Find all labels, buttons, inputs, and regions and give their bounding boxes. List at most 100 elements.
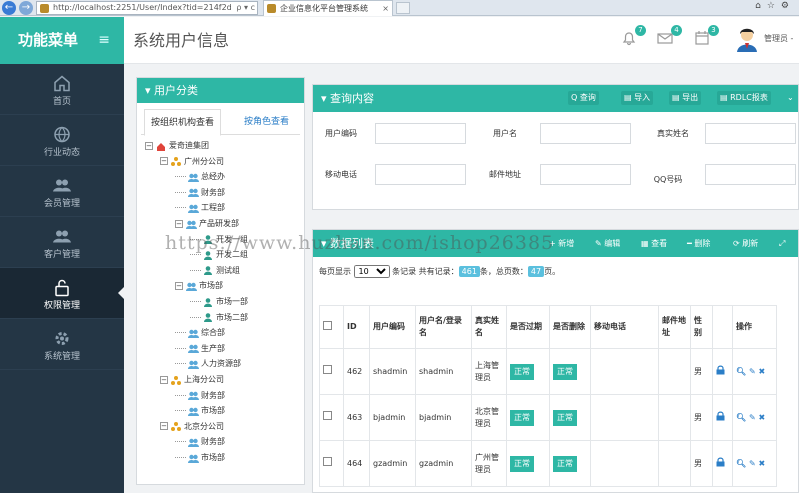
refresh-button[interactable]: ⟳ 刷新	[733, 237, 758, 251]
row-checkbox[interactable]	[323, 457, 332, 466]
select-all-checkbox[interactable]	[323, 320, 332, 330]
sidebar-item-news[interactable]: 行业动态	[0, 115, 124, 166]
user-code-input[interactable]	[375, 123, 466, 144]
pencil-icon[interactable]: ✎	[749, 367, 756, 376]
tree-node[interactable]: 综合部	[175, 326, 225, 340]
email-input[interactable]	[540, 164, 631, 185]
tree-node[interactable]: 测试组	[190, 264, 240, 278]
tree-node[interactable]: 工程部	[175, 201, 225, 215]
sidebar-item-customers[interactable]: 客户管理	[0, 217, 124, 268]
export-button[interactable]: ▤ 导出	[669, 91, 702, 105]
mobile-input[interactable]	[375, 164, 466, 185]
column-header[interactable]: 性别	[690, 305, 713, 349]
tree-node[interactable]: 生产部	[175, 342, 225, 356]
actions-cell: 🔍︎ ✎ ✖	[732, 394, 777, 441]
qq-input[interactable]	[705, 164, 796, 185]
sidebar-item-members[interactable]: 会员管理	[0, 166, 124, 217]
lock-icon[interactable]	[716, 365, 725, 375]
delete-x-icon[interactable]: ✖	[758, 367, 765, 376]
gear-icon[interactable]: ⚙	[781, 1, 795, 11]
delete-button[interactable]: ━ 删除	[687, 237, 710, 251]
tree-node[interactable]: 财务部	[175, 389, 225, 403]
menu-toggle-icon[interactable]: ≡	[98, 17, 110, 64]
pencil-icon[interactable]: ✎	[749, 413, 756, 422]
expand-icon[interactable]: ⤢	[779, 237, 785, 251]
collapse-toggle-icon[interactable]: −	[160, 157, 168, 166]
row-checkbox[interactable]	[323, 411, 332, 420]
avatar[interactable]	[735, 26, 759, 52]
messages-button[interactable]: 4	[657, 25, 682, 48]
address-bar[interactable]: http://localhost:2251/User/Index?tid=214…	[36, 1, 258, 15]
tree-node[interactable]: 财务部	[175, 435, 225, 449]
collapse-toggle-icon[interactable]: −	[160, 422, 168, 431]
collapse-chevron-icon[interactable]: ⌄	[784, 91, 797, 105]
rdlc-report-button[interactable]: ▤ RDLC报表	[717, 91, 771, 105]
real-name-input[interactable]	[705, 123, 796, 144]
table-row[interactable]: 463 bjadmin bjadmin 北京管理员 正常 正常男 🔍︎ ✎ ✖	[319, 394, 777, 441]
column-header[interactable]: 是否过期	[506, 305, 550, 349]
column-header[interactable]: ID	[343, 305, 370, 349]
url-controls[interactable]: ρ ▾ c	[236, 2, 255, 14]
tree-node[interactable]: 市场一部	[190, 295, 248, 309]
tree-node[interactable]: − 市场部	[175, 279, 223, 293]
notification-button[interactable]: 7	[621, 25, 646, 48]
lock-icon[interactable]	[716, 411, 725, 421]
tree-node[interactable]: − 产品研发部	[175, 217, 239, 231]
column-header[interactable]: 真实姓名	[471, 305, 507, 349]
star-icon[interactable]: ☆	[767, 1, 781, 11]
collapse-toggle-icon[interactable]: −	[175, 219, 183, 228]
tab-by-org[interactable]: 按组织机构查看	[144, 109, 222, 136]
column-header[interactable]: 移动电话	[590, 305, 659, 349]
pencil-icon[interactable]: ✎	[749, 459, 756, 468]
lock-cell	[712, 440, 733, 487]
collapse-toggle-icon[interactable]: −	[145, 141, 153, 150]
tree-node[interactable]: 市场部	[175, 451, 225, 465]
tab-close-icon[interactable]: ×	[382, 1, 389, 16]
row-select-cell	[319, 394, 344, 441]
sidebar-item-home[interactable]: 首页	[0, 64, 124, 115]
tree-node[interactable]: 财务部	[175, 186, 225, 200]
edit-button[interactable]: ✎ 编辑	[595, 237, 620, 251]
tree-node[interactable]: 市场二部	[190, 311, 248, 325]
tree-node[interactable]: 人力资源部	[175, 357, 241, 371]
table-row[interactable]: 462 shadmin shadmin 上海管理员 正常 正常男 🔍︎ ✎ ✖	[319, 348, 777, 395]
new-tab-button[interactable]	[396, 2, 410, 14]
user-menu-label[interactable]: 管理员 -	[764, 33, 793, 44]
tree-node[interactable]: − 爱奇迪集团	[145, 139, 209, 153]
column-header[interactable]: 用户编码	[369, 305, 416, 349]
tasks-button[interactable]: 3	[694, 25, 719, 48]
forward-arrow-icon[interactable]: →	[19, 1, 33, 15]
tree-node[interactable]: − 北京分公司	[160, 420, 224, 434]
tree-node[interactable]: − 上海分公司	[160, 373, 224, 387]
browser-tab[interactable]: 企业信息化平台管理系统 ×	[263, 0, 393, 16]
column-header[interactable]: 邮件地址	[658, 305, 691, 349]
collapse-toggle-icon[interactable]: −	[175, 281, 183, 290]
tree-node[interactable]: 市场部	[175, 404, 225, 418]
delete-x-icon[interactable]: ✖	[758, 413, 765, 422]
back-arrow-icon[interactable]: ←	[2, 1, 16, 15]
row-checkbox[interactable]	[323, 365, 332, 374]
sidebar-item-system[interactable]: 系统管理	[0, 319, 124, 370]
query-button[interactable]: Q 查询	[568, 91, 599, 105]
tab-site-icon	[267, 4, 276, 13]
import-button[interactable]: ▤ 导入	[621, 91, 654, 105]
collapse-toggle-icon[interactable]: −	[160, 375, 168, 384]
real-name-cell: 北京管理员	[471, 394, 507, 441]
username-input[interactable]	[540, 123, 631, 144]
tab-by-role[interactable]: 按角色查看	[238, 109, 295, 136]
tree-node[interactable]: 总经办	[175, 170, 225, 184]
home-icon[interactable]: ⌂	[755, 1, 767, 11]
refresh-icon: ⟳	[733, 239, 740, 248]
view-button[interactable]: ▦ 查看	[641, 237, 667, 251]
lock-icon[interactable]	[716, 457, 725, 467]
search-icon[interactable]: 🔍︎	[736, 413, 746, 422]
delete-x-icon[interactable]: ✖	[758, 459, 765, 468]
page-size-select[interactable]: 10	[353, 265, 390, 278]
sidebar-item-permissions[interactable]: 权限管理	[0, 268, 124, 319]
search-icon[interactable]: 🔍︎	[736, 459, 746, 468]
table-row[interactable]: 464 gzadmin gzadmin 广州管理员 正常 正常男 🔍︎ ✎ ✖	[319, 440, 777, 487]
column-header[interactable]: 是否删除	[549, 305, 591, 349]
search-icon[interactable]: 🔍︎	[736, 367, 746, 376]
column-header[interactable]: 用户名/登录名	[415, 305, 472, 349]
tree-node[interactable]: − 广州分公司	[160, 155, 224, 169]
